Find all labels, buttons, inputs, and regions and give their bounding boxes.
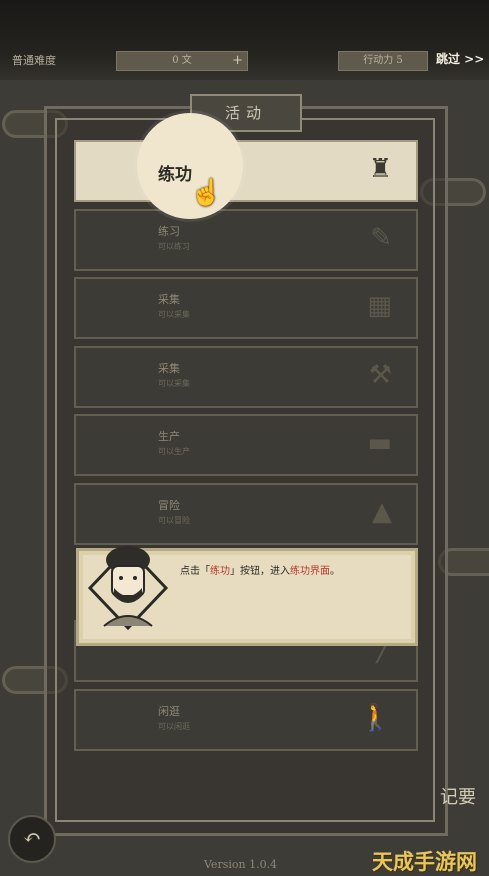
pickaxe-icon: ⚒ — [368, 360, 392, 390]
difficulty-label: 普通难度 — [12, 54, 56, 67]
add-coins-button[interactable]: + — [232, 52, 243, 70]
tutorial-text-prefix: 点击「 — [180, 566, 210, 577]
coins-value: 0 文 — [172, 55, 192, 66]
activity-sub: 可以采集 — [158, 310, 190, 319]
tutorial-text: 点击「练功」按钮，进入练功界面。 — [180, 562, 340, 577]
activity-sub: 可以冒险 — [158, 516, 190, 525]
spotlight-label: 练功 — [158, 165, 192, 185]
watermark: 天成手游网 — [372, 849, 477, 874]
skip-button[interactable]: 跳过 >> — [436, 50, 484, 67]
activity-name: 采集 — [158, 362, 180, 375]
basket-icon: ▦ — [367, 291, 392, 321]
meditation-icon: ♜ — [368, 154, 392, 184]
activity-sub: 可以生产 — [158, 447, 190, 456]
activity-sub: 可以采集 — [158, 379, 190, 388]
activity-name: 采集 — [158, 293, 180, 306]
master-avatar — [87, 545, 169, 630]
activity-name: 练习 — [158, 225, 180, 238]
tutorial-highlight-button: 练功 — [210, 566, 230, 577]
walking-icon: 🚶 — [359, 703, 392, 733]
back-button[interactable]: ↶ — [8, 815, 56, 863]
coins-display: 0 文 + — [116, 51, 248, 71]
activity-row[interactable]: 练习 可以练习 ✎ — [74, 209, 418, 271]
activity-row[interactable]: 生产 可以生产 ▬ — [74, 414, 418, 476]
back-arrow-icon: ↶ — [22, 826, 42, 851]
brush-icon: ✎ — [370, 223, 392, 253]
action-points-display: 行动力 5 — [338, 51, 428, 71]
anvil-icon: ▬ — [367, 428, 392, 458]
tutorial-text-middle: 」按钮，进入 — [230, 566, 290, 577]
activity-name: 生产 — [158, 430, 180, 443]
tutorial-text-suffix: 。 — [330, 566, 340, 577]
activity-lian-gong[interactable]: ♜ — [74, 140, 418, 202]
activity-row[interactable]: 采集 可以采集 ⚒ — [74, 346, 418, 408]
activity-sub: 可以练习 — [158, 242, 190, 251]
memo-button[interactable]: 记要 — [440, 786, 476, 810]
mountain-icon: ▲ — [372, 497, 392, 527]
version-label: Version 1.0.4 — [204, 858, 278, 871]
activity-name: 闲逛 — [158, 705, 180, 718]
tutorial-highlight-screen: 练功界面 — [290, 566, 330, 577]
pointing-hand-icon: ☝ — [190, 178, 223, 208]
activity-row[interactable]: 闲逛 可以闲逛 🚶 — [74, 689, 418, 751]
activity-name: 冒险 — [158, 499, 180, 512]
activity-row[interactable]: 采集 可以采集 ▦ — [74, 277, 418, 339]
activity-sub: 可以闲逛 — [158, 722, 190, 731]
